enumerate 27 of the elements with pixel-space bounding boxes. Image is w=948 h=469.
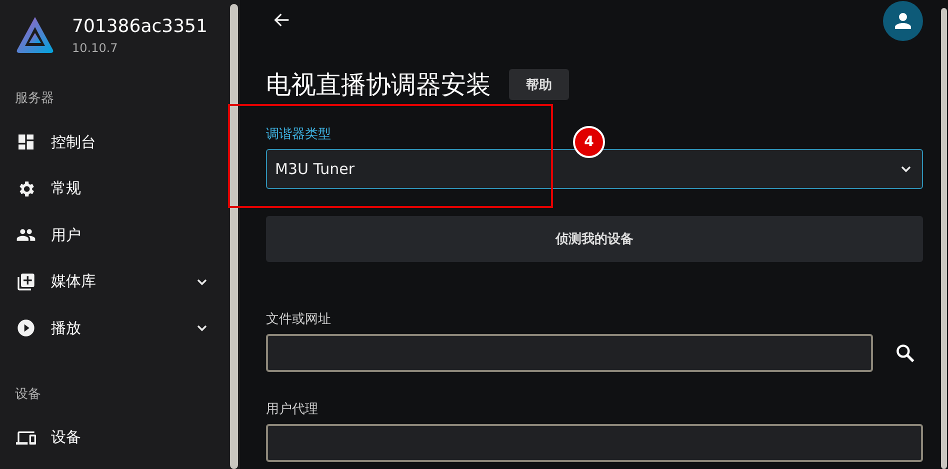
- sidebar-item[interactable]: 设备: [0, 414, 228, 461]
- section-heading: 设备: [15, 386, 42, 402]
- annotation-badge: 4: [573, 126, 605, 158]
- play-icon: [16, 318, 36, 338]
- file-url-input[interactable]: [266, 334, 873, 372]
- sidebar-item[interactable]: 用户: [0, 212, 228, 258]
- detect-devices-button[interactable]: 侦测我的设备: [266, 216, 923, 262]
- field-label: 调谐器类型: [266, 126, 331, 143]
- section-heading: 服务器: [15, 90, 55, 107]
- field-label: 文件或网址: [266, 311, 331, 328]
- field-label: 用户代理: [266, 401, 318, 418]
- user-agent-input[interactable]: [266, 424, 923, 462]
- page-title: 电视直播协调器安装: [266, 69, 491, 101]
- scrollbar[interactable]: [230, 4, 238, 469]
- tuner-type-select[interactable]: M3U Tuner: [266, 149, 923, 189]
- scrollbar[interactable]: [941, 8, 947, 469]
- sidebar-item[interactable]: 播放: [0, 305, 228, 352]
- sidebar-item[interactable]: 控制台: [0, 119, 228, 166]
- sidebar-item[interactable]: 媒体库: [0, 258, 228, 305]
- library-add-icon: [16, 272, 36, 292]
- dashboard-icon: [16, 132, 36, 152]
- user-avatar[interactable]: [883, 1, 923, 41]
- server-name: 701386ac3351: [72, 16, 208, 37]
- help-button[interactable]: 帮助: [509, 69, 569, 100]
- server-version: 10.10.7: [72, 41, 119, 55]
- sidebar-item[interactable]: 常规: [0, 166, 228, 212]
- search-icon: [894, 342, 916, 364]
